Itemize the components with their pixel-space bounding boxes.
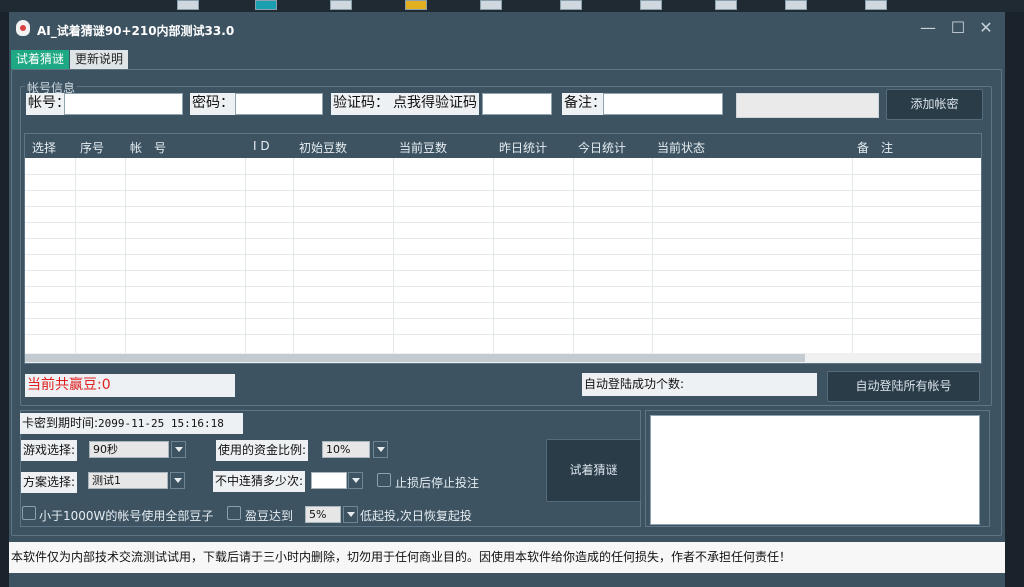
grid-line xyxy=(393,158,394,353)
grid-line xyxy=(25,174,981,175)
desktop-icon[interactable] xyxy=(640,0,662,10)
expire-display: 卡密到期时间:2099-11-25 15:16:18 xyxy=(20,413,243,434)
expire-value: 2099-11-25 15:16:18 xyxy=(98,417,224,430)
grid-line xyxy=(25,222,981,223)
grid-line xyxy=(25,254,981,255)
profit-select[interactable]: 5% xyxy=(305,506,341,523)
captcha-image-area xyxy=(736,93,879,118)
add-account-button[interactable]: 添加帐密 xyxy=(886,89,983,120)
grid-line xyxy=(293,158,294,353)
use-all-beans-label: 小于1000W的帐号使用全部豆子 xyxy=(39,509,214,523)
chevron-down-icon[interactable] xyxy=(170,472,185,489)
minimize-button[interactable]: — xyxy=(918,18,938,38)
grid-line xyxy=(493,158,494,353)
desktop-icon[interactable] xyxy=(255,0,277,10)
window-bottom xyxy=(9,573,1005,587)
stoploss-label: 止损后停止投注 xyxy=(395,476,480,490)
miss-count-label: 不中连猜多少次: xyxy=(213,471,306,492)
password-input[interactable] xyxy=(235,93,323,115)
disclaimer-bar: 本软件仅为内部技术交流测试试用，下载后请于三小时内删除，切勿用于任何商业目的。因… xyxy=(9,542,1005,573)
grid-line xyxy=(25,318,981,319)
chevron-down-icon[interactable] xyxy=(343,506,358,523)
desktop-icon[interactable] xyxy=(177,0,199,10)
chevron-down-icon[interactable] xyxy=(348,472,363,489)
tab-guess[interactable]: 试着猜谜 xyxy=(11,50,70,69)
desktop-icon[interactable] xyxy=(405,0,427,10)
desktop-icon[interactable] xyxy=(785,0,807,10)
expire-label: 卡密到期时间: xyxy=(22,416,99,430)
column-header[interactable]: 选择 xyxy=(32,139,56,156)
note-input[interactable] xyxy=(603,93,723,115)
captcha-input[interactable] xyxy=(482,93,552,115)
chevron-down-icon[interactable] xyxy=(171,441,186,458)
account-input[interactable] xyxy=(64,93,183,115)
fund-ratio-select[interactable]: 10% xyxy=(322,441,370,458)
grid-line xyxy=(652,158,653,353)
maximize-button[interactable]: ☐ xyxy=(948,18,968,38)
get-captcha-link[interactable]: 点我得验证码 xyxy=(391,93,479,115)
column-header[interactable]: 昨日统计 xyxy=(499,139,547,156)
window-title: AI_试着猜谜90+210内部测试33.0 xyxy=(37,24,235,38)
grid-line xyxy=(25,206,981,207)
desktop-icon[interactable] xyxy=(715,0,737,10)
grid-line xyxy=(25,302,981,303)
profit-checkbox[interactable] xyxy=(227,506,241,520)
account-table[interactable] xyxy=(24,133,982,364)
grid-line xyxy=(25,190,981,191)
grid-line xyxy=(25,238,981,239)
grid-line xyxy=(852,158,853,353)
app-logo-icon xyxy=(16,20,30,36)
profit-label: 盈豆达到 xyxy=(245,509,294,523)
grid-line xyxy=(25,334,981,335)
tab-changelog[interactable]: 更新说明 xyxy=(70,50,129,69)
column-header[interactable]: 备 注 xyxy=(857,139,893,156)
note-label: 备注： xyxy=(562,93,608,115)
grid-line xyxy=(25,270,981,271)
close-button[interactable]: ✕ xyxy=(976,18,996,38)
use-all-beans-checkbox[interactable] xyxy=(22,506,36,520)
fund-ratio-label: 使用的资金比例: xyxy=(216,440,309,461)
desktop-icon[interactable] xyxy=(480,0,502,10)
column-header[interactable]: I D xyxy=(253,139,270,153)
scrollbar-thumb[interactable] xyxy=(25,354,805,362)
plan-select[interactable]: 测试1 xyxy=(88,472,168,489)
auto-login-count: 自动登陆成功个数: xyxy=(582,373,817,396)
grid-line xyxy=(245,158,246,353)
desktop-icon[interactable] xyxy=(865,0,887,10)
grid-line xyxy=(25,286,981,287)
column-header[interactable]: 当前状态 xyxy=(657,139,705,156)
plan-label: 方案选择: xyxy=(21,472,78,493)
grid-line xyxy=(573,158,574,353)
column-header[interactable]: 序号 xyxy=(80,139,104,156)
profit-suffix: 低起投,次日恢复起投 xyxy=(360,509,472,523)
chevron-down-icon[interactable] xyxy=(373,441,388,458)
auto-login-button[interactable]: 自动登陆所有帐号 xyxy=(827,371,980,402)
desktop-icon[interactable] xyxy=(330,0,352,10)
game-label: 游戏选择: xyxy=(21,440,78,461)
desktop-icon[interactable] xyxy=(560,0,582,10)
stoploss-checkbox[interactable] xyxy=(377,473,391,487)
column-header[interactable]: 帐 号 xyxy=(130,139,166,156)
grid-line xyxy=(75,158,76,353)
grid-line xyxy=(125,158,126,353)
miss-count-select[interactable] xyxy=(311,472,347,489)
desktop-right-edge xyxy=(1005,12,1024,587)
column-header[interactable]: 今日统计 xyxy=(578,139,626,156)
log-output[interactable] xyxy=(650,415,980,525)
column-header[interactable]: 当前豆数 xyxy=(399,139,447,156)
captcha-label: 验证码： xyxy=(331,93,391,115)
game-select[interactable]: 90秒 xyxy=(89,441,169,458)
total-won-text: 当前共赢豆:0 xyxy=(27,377,111,393)
start-guess-button[interactable]: 试着猜谜 xyxy=(546,439,641,502)
total-won-display: 当前共赢豆:0 xyxy=(25,374,235,397)
desktop-left-edge xyxy=(0,12,9,587)
password-label: 密码： xyxy=(190,93,236,115)
column-header[interactable]: 初始豆数 xyxy=(299,139,347,156)
